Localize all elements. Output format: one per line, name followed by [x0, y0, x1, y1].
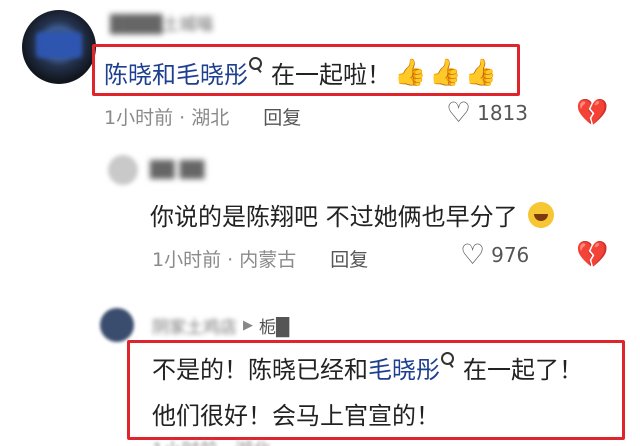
username[interactable]: ████土城喵 — [110, 10, 235, 35]
username[interactable]: 阴家土鸡店 — [152, 313, 237, 338]
avatar[interactable] — [100, 308, 134, 342]
comment-text: 不是的！陈晓已经和 毛晓彤 在一起了！ — [152, 350, 583, 385]
heart-icon: ♡ — [460, 238, 486, 271]
timestamp: 1小时前 — [152, 249, 222, 271]
like-count: 1813 — [477, 101, 529, 125]
username-row: 阴家土鸡店 ▶ 栀█ — [152, 313, 289, 338]
laugh-emoji — [528, 202, 555, 228]
location: 湖北 — [191, 107, 230, 129]
username[interactable]: ██ ██ — [150, 160, 220, 180]
heart-icon: ♡ — [446, 96, 472, 129]
search-link[interactable]: 毛晓彤 — [368, 350, 440, 385]
like-button[interactable]: ♡ 1813 — [446, 99, 528, 127]
search-icon — [441, 351, 457, 370]
like-count: 976 — [491, 243, 530, 267]
comment-text-rest: 在一起啦！ — [271, 61, 391, 89]
comment-text: 你说的是陈翔吧 不过她俩也早分了 — [150, 197, 555, 232]
comment-meta: 1小时前 · 湖北 — [152, 436, 271, 446]
comment-text-start: 不是的！陈晓已经和 — [152, 356, 368, 384]
reply-button[interactable]: 回复 — [263, 107, 301, 129]
comment-meta: 1小时前 · 湖北 回复 — [104, 107, 302, 129]
reply-button[interactable]: 回复 — [330, 249, 368, 271]
timestamp: 1小时前 — [104, 107, 174, 129]
comment-meta: 1小时前 · 内蒙古 回复 — [152, 249, 369, 271]
thumbs-up-emoji: 👍 — [394, 57, 427, 88]
avatar[interactable] — [108, 155, 138, 185]
reply-arrow-icon: ▶ — [243, 318, 253, 333]
avatar[interactable] — [22, 10, 96, 84]
broken-heart-icon[interactable]: 💔 — [576, 100, 608, 126]
reply-to-username[interactable]: 栀█ — [259, 313, 289, 338]
comment-text-line2: 他们很好！会马上官宣的！ — [152, 402, 440, 430]
broken-heart-icon[interactable]: 💔 — [576, 242, 608, 268]
search-link[interactable]: 陈晓和毛晓彤 — [104, 55, 248, 90]
search-icon — [249, 56, 265, 75]
comment-text-end: 在一起了！ — [463, 356, 583, 384]
comment-text-body: 你说的是陈翔吧 不过她俩也早分了 — [150, 203, 518, 231]
comment-text: 陈晓和毛晓彤 在一起啦！ 👍 👍 👍 — [104, 55, 497, 90]
like-button[interactable]: ♡ 976 — [460, 241, 529, 269]
thumbs-up-emoji: 👍 — [429, 57, 462, 88]
location: 内蒙古 — [239, 249, 297, 271]
thumbs-up-emoji: 👍 — [464, 57, 498, 88]
